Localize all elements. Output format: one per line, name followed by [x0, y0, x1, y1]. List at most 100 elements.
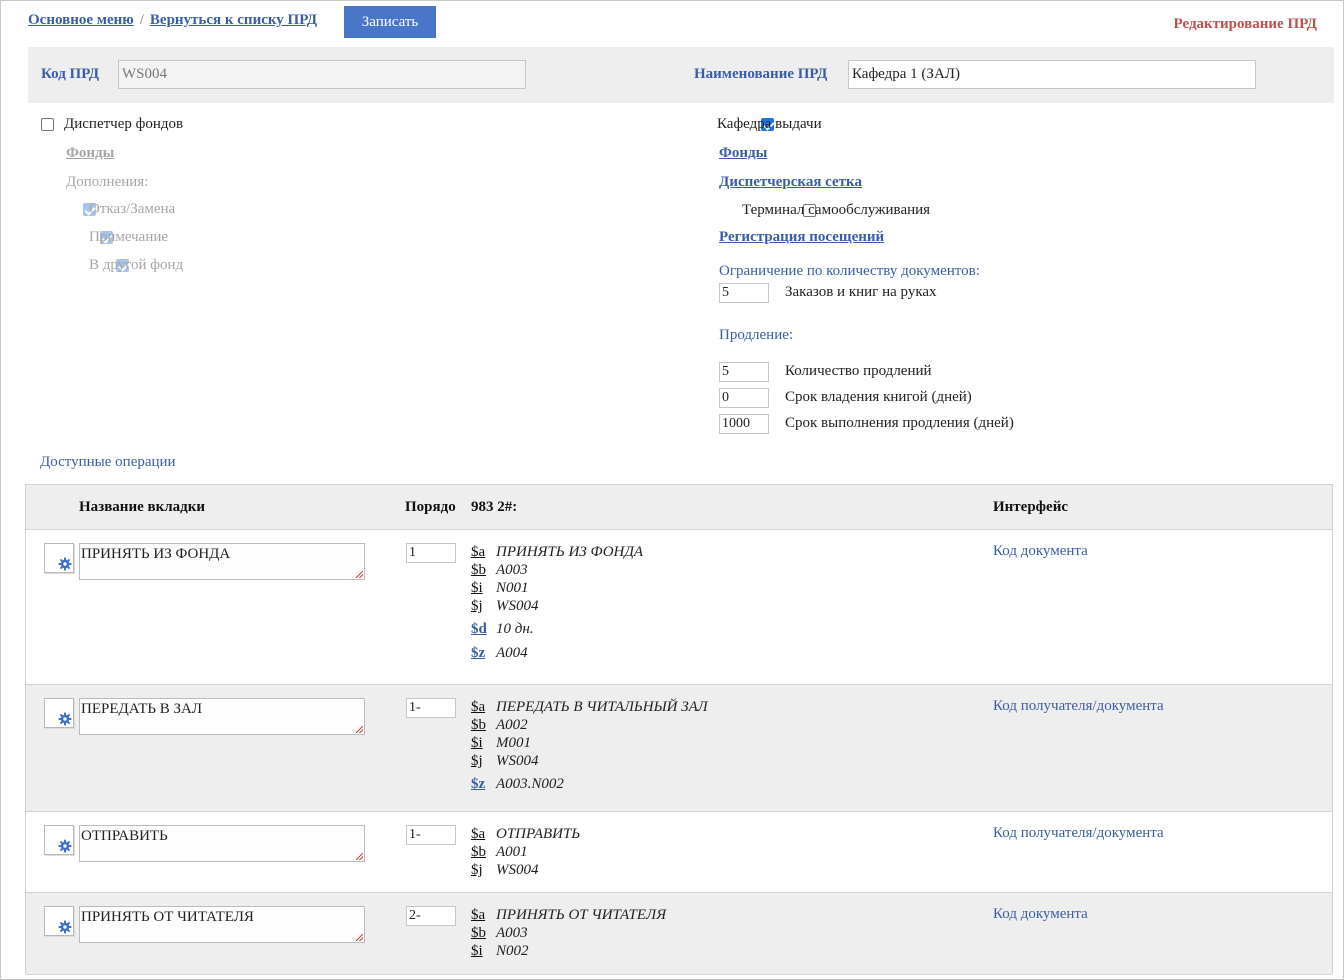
- subfield-line: $b А002: [471, 716, 708, 734]
- subfield-line: $z А003.N002: [471, 775, 708, 793]
- interface-value: Код получателя/документа: [993, 698, 1164, 714]
- header-order: Порядо: [405, 499, 456, 515]
- subfield-value: А002: [496, 717, 528, 733]
- other-fund-label: В другой фонд: [89, 257, 184, 273]
- subfield-line: $j WS004: [471, 861, 580, 879]
- subfield-code: $a: [471, 544, 486, 560]
- note-label: Примечание: [89, 229, 169, 245]
- subfield-value: А003: [496, 925, 528, 941]
- subfield-code[interactable]: $d: [471, 620, 496, 638]
- limit-input[interactable]: 5: [719, 283, 769, 303]
- code-input[interactable]: WS004: [118, 60, 526, 89]
- subfield-code: $i: [471, 735, 483, 751]
- settings-document-icon[interactable]: [44, 698, 74, 728]
- interface-value: Код документа: [993, 906, 1088, 922]
- subfield-code: $j: [471, 753, 483, 769]
- renew-count-desc: Количество продлений: [785, 363, 932, 379]
- subfield-value: WS004: [496, 753, 539, 769]
- subfield-code[interactable]: $z: [471, 644, 496, 662]
- terminal-label: Терминал самообслуживания: [742, 202, 931, 218]
- operations-table: Название вкладки Порядо 983 2#: Интерфей…: [25, 484, 1333, 975]
- tab-name-textarea[interactable]: ОТПРАВИТЬ: [79, 825, 365, 862]
- subfield-value: ПРИНЯТЬ ИЗ ФОНДА: [496, 544, 644, 560]
- subfield-code: $a: [471, 826, 486, 842]
- header-field: 983 2#:: [471, 499, 518, 515]
- subfield-code[interactable]: $z: [471, 775, 496, 793]
- subfield-code: $b: [471, 925, 486, 941]
- settings-document-icon[interactable]: [44, 906, 74, 936]
- subfield-value: WS004: [496, 598, 539, 614]
- subfield-list: $a ПРИНЯТЬ ИЗ ФОНДА $b А003 $i N001 $j WS004 $d 1…: [471, 543, 643, 668]
- subfield-code: $b: [471, 717, 486, 733]
- subfield-code: $a: [471, 699, 486, 715]
- order-input[interactable]: 1-: [406, 825, 456, 845]
- subfield-code: $j: [471, 862, 483, 878]
- back-to-list-link[interactable]: Вернуться к списку ПРД: [150, 12, 317, 28]
- limit-desc: Заказов и книг на руках: [785, 284, 937, 300]
- name-input[interactable]: Кафедра 1 (ЗАЛ): [848, 60, 1256, 89]
- breadcrumb-separator: /: [139, 12, 144, 28]
- renew-label: Продление:: [719, 327, 794, 343]
- subfield-line: $b А001: [471, 843, 580, 861]
- save-button[interactable]: Записать: [344, 6, 436, 38]
- subfield-value: М001: [496, 735, 531, 751]
- refusal-label: Отказ/Замена: [89, 201, 176, 217]
- subfield-code: $b: [471, 844, 486, 860]
- subfield-value: А004: [496, 645, 528, 661]
- subfield-line: $b А003: [471, 924, 666, 942]
- operation-row: ПРИНЯТЬ ИЗ ФОНДА 1 $a ПРИНЯТЬ ИЗ ФОНДА $b А00…: [26, 530, 1332, 685]
- subfield-value: WS004: [496, 862, 539, 878]
- right-funds-link[interactable]: Фонды: [719, 145, 767, 162]
- subfield-line: $i М001: [471, 734, 708, 752]
- renew-term-input[interactable]: 1000: [719, 414, 769, 434]
- dispatch-grid-link[interactable]: Диспетчерская сетка: [719, 174, 862, 191]
- hold-term-input[interactable]: 0: [719, 388, 769, 408]
- subfield-line: $a ПРИНЯТЬ ИЗ ФОНДА: [471, 543, 643, 561]
- order-input[interactable]: 1-: [406, 698, 456, 718]
- tab-name-textarea[interactable]: ПРИНЯТЬ ИЗ ФОНДА: [79, 543, 365, 580]
- subfield-value: N001: [496, 580, 529, 596]
- subfield-value: ПРИНЯТЬ ОТ ЧИТАТЕЛЯ: [496, 907, 667, 923]
- page-title: Редактирование ПРД: [1173, 16, 1317, 32]
- name-label: Наименование ПРД: [694, 66, 828, 82]
- main-menu-link[interactable]: Основное меню: [28, 12, 134, 28]
- subfield-code: $a: [471, 907, 486, 923]
- settings-document-icon[interactable]: [44, 825, 74, 855]
- subfield-list: $a ПЕРЕДАТЬ В ЧИТАЛЬНЫЙ ЗАЛ $b А002 $i М001 $j…: [471, 698, 708, 799]
- tab-name-textarea[interactable]: ПРИНЯТЬ ОТ ЧИТАТЕЛЯ: [79, 906, 365, 943]
- subfield-value: ПЕРЕДАТЬ В ЧИТАЛЬНЫЙ ЗАЛ: [496, 699, 708, 715]
- subfield-code: $j: [471, 598, 483, 614]
- subfield-line: $i N001: [471, 579, 643, 597]
- subfield-value: А003: [496, 562, 528, 578]
- subfield-value: ОТПРАВИТЬ: [496, 826, 581, 842]
- subfield-code: $i: [471, 943, 483, 959]
- limit-label: Ограничение по количеству документов:: [719, 263, 980, 279]
- dispatcher-checkbox[interactable]: [41, 118, 54, 131]
- left-funds-link[interactable]: Фонды: [66, 145, 114, 162]
- visits-link[interactable]: Регистрация посещений: [719, 229, 884, 246]
- subfield-line: $i N002: [471, 942, 666, 960]
- subfield-line: $a ОТПРАВИТЬ: [471, 825, 580, 843]
- operations-header: Название вкладки Порядо 983 2#: Интерфей…: [26, 485, 1332, 530]
- subfield-list: $a ОТПРАВИТЬ $b А001 $j WS004: [471, 825, 580, 879]
- subfield-line: $d 10 дн.: [471, 620, 643, 638]
- hold-term-desc: Срок владения книгой (дней): [785, 389, 972, 405]
- subfield-line: $b А003: [471, 561, 643, 579]
- renew-count-input[interactable]: 5: [719, 362, 769, 382]
- subfield-value: А003.N002: [496, 776, 564, 792]
- order-input[interactable]: 1: [406, 543, 456, 563]
- subfield-line: $j WS004: [471, 597, 643, 615]
- dispatcher-label: Диспетчер фондов: [64, 116, 184, 132]
- interface-value: Код документа: [993, 543, 1088, 559]
- subfield-code: $i: [471, 580, 483, 596]
- tab-name-textarea[interactable]: ПЕРЕДАТЬ В ЗАЛ: [79, 698, 365, 735]
- subfield-value: А001: [496, 844, 528, 860]
- settings-document-icon[interactable]: [44, 543, 74, 573]
- subfield-value: N002: [496, 943, 529, 959]
- header-interface: Интерфейс: [993, 499, 1069, 515]
- operation-row: ОТПРАВИТЬ 1- $a ОТПРАВИТЬ $b А001 $j WS004 Код п…: [26, 812, 1332, 893]
- code-label: Код ПРД: [41, 66, 100, 82]
- subfield-code: $b: [471, 562, 486, 578]
- issue-desk-label: Кафедра выдачи: [717, 116, 822, 132]
- order-input[interactable]: 2-: [406, 906, 456, 926]
